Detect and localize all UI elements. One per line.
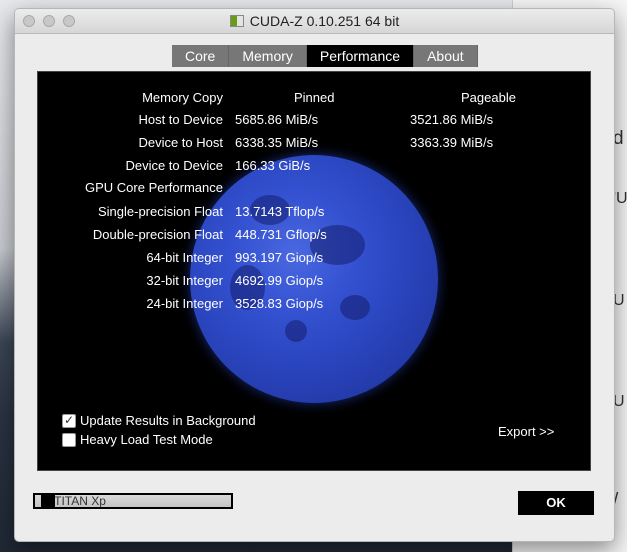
tab-memory[interactable]: Memory	[229, 45, 307, 67]
checkbox-label: Update Results in Background	[80, 413, 256, 428]
pageable-value: 3521.86 MiB/s	[410, 112, 494, 127]
update-background-checkbox[interactable]: Update Results in Background	[62, 413, 262, 431]
checkbox-unchecked-icon[interactable]	[62, 433, 76, 447]
pinned-value: 5685.86 MiB/s	[235, 112, 319, 127]
device-select[interactable]: 0: TITAN Xp	[33, 493, 233, 509]
row-label: 32-bit Integer	[146, 273, 223, 288]
result-row-device-to-host: Device to Host 6338.35 MiB/s 3363.39 MiB…	[38, 135, 590, 155]
app-icon	[229, 15, 244, 27]
header-row: Memory Copy Pinned Pageable	[38, 90, 590, 110]
result-row-32bit-integer: 32-bit Integer 4692.99 Giop/s	[38, 273, 590, 293]
pinned-value: 13.7143 Tflop/s	[235, 204, 325, 219]
row-label: 64-bit Integer	[146, 250, 223, 265]
row-label: 24-bit Integer	[146, 296, 223, 311]
row-label: Single-precision Float	[97, 204, 223, 219]
pinned-value: 448.731 Gflop/s	[235, 227, 327, 242]
row-label: Double-precision Float	[92, 227, 223, 242]
checkbox-label: Heavy Load Test Mode	[80, 432, 213, 447]
pinned-value: 166.33 GiB/s	[235, 158, 311, 173]
row-label: Device to Device	[125, 158, 223, 173]
cuda-z-window: CUDA-Z 0.10.251 64 bit Core Memory Perfo…	[14, 8, 615, 542]
checkbox-checked-icon[interactable]	[62, 413, 76, 428]
gpu-core-performance-header: GPU Core Performance	[38, 180, 590, 200]
pinned-value: 993.197 Giop/s	[235, 250, 324, 265]
moon-crater	[285, 320, 307, 342]
pinned-value: 4692.99 Giop/s	[235, 273, 324, 288]
background-window-fragment: 'U	[613, 190, 627, 207]
performance-panel: Memory Copy Pinned Pageable Host to Devi…	[37, 71, 591, 471]
pageable-value: 3363.39 MiB/s	[410, 135, 494, 150]
title-bar[interactable]: CUDA-Z 0.10.251 64 bit	[15, 9, 614, 34]
window-title: CUDA-Z 0.10.251 64 bit	[249, 13, 400, 29]
result-row-device-to-device: Device to Device 166.33 GiB/s	[38, 158, 590, 178]
export-button[interactable]: Export >>	[498, 424, 554, 439]
tab-bar: Core Memory Performance About	[172, 45, 478, 67]
memory-copy-header: Memory Copy	[142, 90, 223, 105]
pinned-header: Pinned	[294, 90, 335, 105]
tab-performance[interactable]: Performance	[306, 45, 415, 67]
window-title-wrap: CUDA-Z 0.10.251 64 bit	[15, 13, 614, 29]
result-row-24bit-integer: 24-bit Integer 3528.83 Giop/s	[38, 296, 590, 316]
ok-button[interactable]: OK	[518, 491, 594, 515]
pinned-value: 3528.83 Giop/s	[235, 296, 324, 311]
tab-about[interactable]: About	[414, 45, 478, 67]
result-row-64bit-integer: 64-bit Integer 993.197 Giop/s	[38, 250, 590, 270]
heavy-load-checkbox[interactable]: Heavy Load Test Mode	[62, 432, 262, 450]
device-select-arrow[interactable]	[41, 495, 55, 507]
pinned-value: 6338.35 MiB/s	[235, 135, 319, 150]
pageable-header: Pageable	[461, 90, 516, 105]
row-label: GPU Core Performance	[85, 180, 223, 195]
result-row-single-precision: Single-precision Float 13.7143 Tflop/s	[38, 204, 590, 224]
row-label: Device to Host	[138, 135, 223, 150]
tab-core[interactable]: Core	[172, 45, 230, 67]
result-row-host-to-device: Host to Device 5685.86 MiB/s 3521.86 MiB…	[38, 112, 590, 132]
row-label: Host to Device	[138, 112, 223, 127]
result-row-double-precision: Double-precision Float 448.731 Gflop/s	[38, 227, 590, 247]
